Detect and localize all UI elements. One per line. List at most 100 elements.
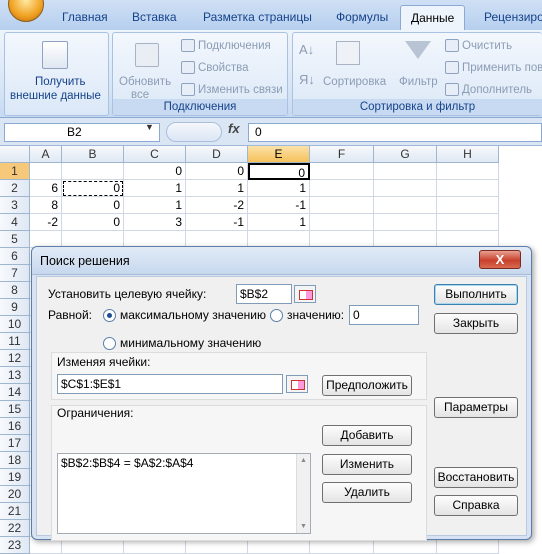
column-header-b[interactable]: B	[62, 146, 124, 163]
constraints-list[interactable]: $B$2:$B$4 = $A$2:$A$4 ▲ ▼	[57, 453, 311, 534]
cell-a4[interactable]: -2	[30, 214, 62, 231]
value-radio[interactable]	[270, 309, 283, 322]
cell-d2[interactable]: 1	[186, 180, 248, 197]
row-header-3[interactable]: 3	[0, 197, 30, 214]
cell-e4[interactable]: 1	[248, 214, 310, 231]
cell-h2[interactable]	[437, 180, 499, 197]
cell-e2[interactable]: 1	[248, 180, 310, 197]
close-icon[interactable]: X	[479, 250, 521, 269]
cell-e3[interactable]: -1	[248, 197, 310, 214]
column-header-f[interactable]: F	[310, 146, 374, 163]
max-label[interactable]: максимальному значению	[120, 308, 266, 322]
cell-g3[interactable]	[374, 197, 437, 214]
row-header-15[interactable]: 15	[0, 401, 30, 418]
refresh-all-label-1[interactable]: Обновить	[119, 75, 171, 89]
sort-button[interactable]: Сортировка	[323, 75, 386, 89]
get-external-label-2[interactable]: внешние данные	[10, 89, 101, 103]
target-cell-picker-icon[interactable]	[294, 285, 316, 303]
row-header-7[interactable]: 7	[0, 265, 30, 282]
cell-b2[interactable]: 0	[62, 180, 124, 197]
cell-g1[interactable]	[374, 163, 437, 180]
cell-e1[interactable]: 0	[248, 163, 310, 180]
row-header-6[interactable]: 6	[0, 248, 30, 265]
cell-g4[interactable]	[374, 214, 437, 231]
name-box[interactable]: B2	[4, 123, 160, 142]
name-box-dropdown-icon[interactable]: ▼	[145, 122, 154, 132]
formula-input[interactable]: 0	[248, 123, 542, 142]
cell-d3[interactable]: -2	[186, 197, 248, 214]
row-header-14[interactable]: 14	[0, 384, 30, 401]
row-header-8[interactable]: 8	[0, 282, 30, 299]
tab-page-layout[interactable]: Разметка страницы	[193, 5, 322, 30]
cell-f4[interactable]	[310, 214, 374, 231]
sort-za-icon[interactable]: Я↓	[299, 73, 315, 87]
select-all-corner[interactable]	[0, 146, 30, 163]
value-input[interactable]: 0	[349, 305, 419, 325]
help-button[interactable]: Справка	[434, 495, 518, 516]
row-header-11[interactable]: 11	[0, 333, 30, 350]
tab-formulas[interactable]: Формулы	[326, 5, 398, 30]
row-header-18[interactable]: 18	[0, 452, 30, 469]
edit-links-button[interactable]: Изменить связи	[181, 83, 283, 97]
tab-data[interactable]: Данные	[400, 5, 466, 30]
add-button[interactable]: Добавить	[322, 425, 412, 446]
min-label[interactable]: минимальному значению	[120, 336, 261, 350]
column-header-a[interactable]: A	[30, 146, 62, 163]
cell-b4[interactable]: 0	[62, 214, 124, 231]
row-header-19[interactable]: 19	[0, 469, 30, 486]
row-header-23[interactable]: 23	[0, 537, 30, 554]
column-header-h[interactable]: H	[437, 146, 499, 163]
guess-button[interactable]: Предположить	[322, 375, 412, 396]
max-radio[interactable]	[103, 309, 116, 322]
close-button[interactable]: Закрыть	[434, 313, 518, 334]
cell-c4[interactable]: 3	[124, 214, 186, 231]
cell-b3[interactable]: 0	[62, 197, 124, 214]
value-label[interactable]: значению:	[287, 308, 344, 322]
row-header-5[interactable]: 5	[0, 231, 30, 248]
column-header-g[interactable]: G	[374, 146, 437, 163]
min-radio[interactable]	[103, 337, 116, 350]
formula-bar-splitter[interactable]	[166, 122, 222, 142]
cell-f3[interactable]	[310, 197, 374, 214]
cell-d4[interactable]: -1	[186, 214, 248, 231]
row-header-2[interactable]: 2	[0, 180, 30, 197]
cell-a1[interactable]	[30, 163, 62, 180]
filter-button[interactable]: Фильтр	[399, 75, 438, 89]
row-header-17[interactable]: 17	[0, 435, 30, 452]
clear-button[interactable]: Очистить	[445, 39, 512, 53]
change-button[interactable]: Изменить	[322, 454, 412, 475]
row-header-21[interactable]: 21	[0, 503, 30, 520]
scroll-down-icon[interactable]: ▼	[300, 523, 307, 530]
cell-c3[interactable]: 1	[124, 197, 186, 214]
cell-c1[interactable]: 0	[124, 163, 186, 180]
row-header-10[interactable]: 10	[0, 316, 30, 333]
changing-cells-input[interactable]: $C$1:$E$1	[57, 374, 283, 394]
solve-button[interactable]: Выполнить	[434, 284, 518, 305]
cell-h1[interactable]	[437, 163, 499, 180]
cell-c2[interactable]: 1	[124, 180, 186, 197]
delete-button[interactable]: Удалить	[322, 482, 412, 503]
tab-review[interactable]: Рецензиро	[474, 5, 542, 30]
column-header-c[interactable]: C	[124, 146, 186, 163]
tab-insert[interactable]: Вставка	[122, 5, 187, 30]
cell-a2[interactable]: 6	[30, 180, 62, 197]
cell-f2[interactable]	[310, 180, 374, 197]
scroll-up-icon[interactable]: ▲	[300, 457, 307, 464]
cell-b1[interactable]	[62, 163, 124, 180]
cell-h4[interactable]	[437, 214, 499, 231]
dialog-title-bar[interactable]: Поиск решения X	[32, 247, 531, 275]
constraints-scrollbar[interactable]: ▲ ▼	[296, 454, 310, 533]
row-header-22[interactable]: 22	[0, 520, 30, 537]
row-header-16[interactable]: 16	[0, 418, 30, 435]
row-header-9[interactable]: 9	[0, 299, 30, 316]
row-header-20[interactable]: 20	[0, 486, 30, 503]
properties-button[interactable]: Свойства	[181, 61, 249, 75]
column-header-d[interactable]: D	[186, 146, 248, 163]
target-cell-input[interactable]: $B$2	[236, 284, 292, 304]
row-header-13[interactable]: 13	[0, 367, 30, 384]
sort-az-icon[interactable]: A↓	[299, 43, 314, 57]
tab-home[interactable]: Главная	[52, 5, 118, 30]
reapply-button[interactable]: Применить пов	[445, 61, 542, 75]
advanced-button[interactable]: Дополнитель	[445, 83, 532, 97]
column-header-e[interactable]: E	[248, 146, 310, 163]
